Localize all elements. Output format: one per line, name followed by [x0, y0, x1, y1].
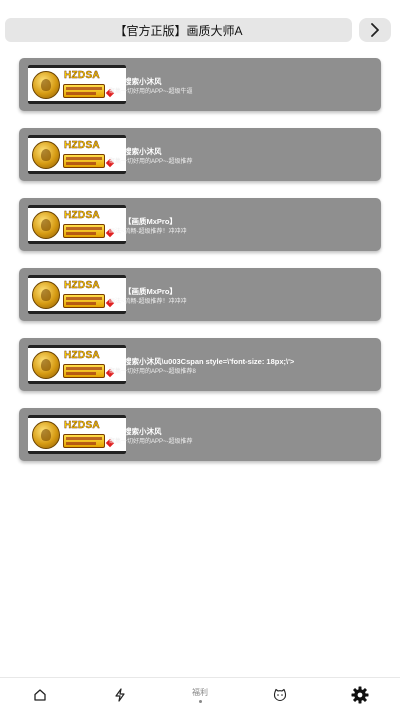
coin-logo-icon	[32, 351, 60, 379]
list-item[interactable]: HZDSA 快手搜索小沐风 聚集一切好用的APP~-超级推荐	[19, 128, 381, 181]
brand-text: HZDSA	[64, 420, 100, 431]
top-bar: 【官方正版】画质大师A	[0, 0, 400, 60]
cat-face-icon	[273, 688, 287, 702]
list-item[interactable]: HZDSA 快手搜索小沐风 聚集一切好用的APP~-超级推荐	[19, 408, 381, 461]
chevron-right-icon	[371, 23, 379, 37]
brand-text: HZDSA	[64, 210, 100, 221]
list-item[interactable]: HZDSA 快手搜索小沐风 聚集一切好用的APP~-超级牛逼	[19, 58, 381, 111]
banner-graphic	[63, 364, 105, 378]
tab-settings[interactable]	[340, 678, 380, 711]
card-subtitle: 画法~流畅-超级推荐！冲冲冲	[109, 299, 187, 305]
list-item[interactable]: HZDSA 领取【画质MxPro】 画法~流畅-超级推荐！冲冲冲	[19, 268, 381, 321]
card-subtitle: 聚集一切好用的APP~-超级牛逼	[109, 89, 193, 95]
tab-profile[interactable]	[260, 678, 300, 711]
card-subtitle: 聚集一切好用的APP~-超级推荐8	[109, 369, 196, 375]
coin-logo-icon	[32, 211, 60, 239]
tab-welfare[interactable]: 福利	[180, 678, 220, 711]
card-subtitle: 聚集一切好用的APP~-超级推荐	[109, 439, 193, 445]
bottom-tab-bar: 福利	[0, 677, 400, 711]
brand-text: HZDSA	[64, 350, 100, 361]
banner-graphic	[63, 224, 105, 238]
brand-text: HZDSA	[64, 280, 100, 291]
list-item[interactable]: HZDSA 领取【画质MxPro】 画法~流畅-超级推荐！冲冲冲	[19, 198, 381, 251]
dot-icon	[198, 699, 202, 703]
home-icon	[34, 689, 46, 701]
tab-home[interactable]	[20, 678, 60, 711]
coin-logo-icon	[32, 281, 60, 309]
app-title: 【官方正版】画质大师A	[5, 18, 352, 42]
brand-text: HZDSA	[64, 140, 100, 151]
gear-icon	[351, 686, 369, 704]
lightning-icon	[115, 688, 125, 702]
next-button[interactable]	[359, 18, 391, 42]
coin-logo-icon	[32, 421, 60, 449]
banner-graphic	[63, 84, 105, 98]
list-item[interactable]: HZDSA 快手搜索小沐风\u003Cspan style=\'font-siz…	[19, 338, 381, 391]
tab-lightning[interactable]	[100, 678, 140, 711]
app-list: HZDSA 快手搜索小沐风 聚集一切好用的APP~-超级牛逼 HZDSA 快手搜…	[19, 58, 381, 478]
coin-logo-icon	[32, 141, 60, 169]
banner-graphic	[63, 154, 105, 168]
tab-label: 福利	[192, 687, 208, 697]
coin-logo-icon	[32, 71, 60, 99]
card-subtitle: 画法~流畅-超级推荐！冲冲冲	[109, 229, 187, 235]
banner-graphic	[63, 294, 105, 308]
banner-graphic	[63, 434, 105, 448]
brand-text: HZDSA	[64, 70, 100, 81]
card-subtitle: 聚集一切好用的APP~-超级推荐	[109, 159, 193, 165]
